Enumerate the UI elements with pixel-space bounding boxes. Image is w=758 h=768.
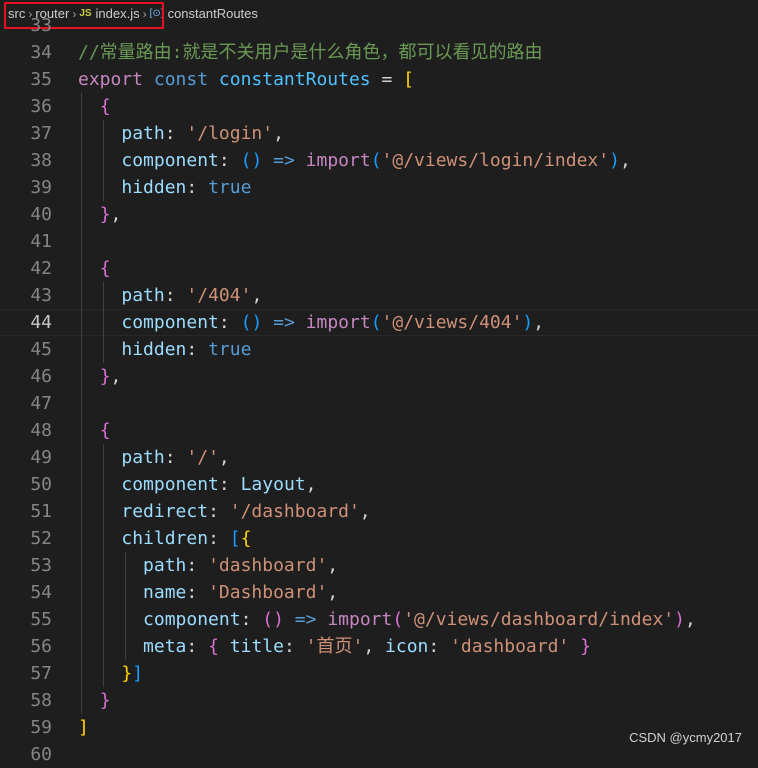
code-text: path: '/404', bbox=[121, 285, 263, 306]
code-line[interactable]: 51 redirect: '/dashboard', bbox=[0, 498, 758, 525]
code-line[interactable]: 56 meta: { title: '首页', icon: 'dashboard… bbox=[0, 633, 758, 660]
line-number: 57 bbox=[30, 663, 52, 684]
code-text: ] bbox=[78, 717, 89, 738]
code-line[interactable]: 48 { bbox=[0, 417, 758, 444]
code-line[interactable]: 41 bbox=[0, 228, 758, 255]
line-number: 34 bbox=[30, 42, 52, 63]
line-number: 50 bbox=[30, 474, 52, 495]
indent-guide bbox=[103, 120, 104, 201]
code-text: { bbox=[99, 96, 111, 117]
indent-guide bbox=[103, 282, 104, 363]
code-text: meta: { title: '首页', icon: 'dashboard' } bbox=[143, 636, 591, 657]
line-number: 35 bbox=[30, 69, 52, 90]
code-text: } bbox=[99, 690, 111, 711]
line-number: 45 bbox=[30, 339, 52, 360]
line-number: 52 bbox=[30, 528, 52, 549]
code-text: children: [{ bbox=[121, 528, 252, 549]
code-line[interactable]: 54 name: 'Dashboard', bbox=[0, 579, 758, 606]
code-line[interactable]: 49 path: '/', bbox=[0, 444, 758, 471]
code-text: export const constantRoutes = [ bbox=[78, 69, 414, 90]
indent-guide bbox=[125, 552, 126, 660]
line-number: 33 bbox=[30, 15, 52, 36]
code-line[interactable]: 47 bbox=[0, 390, 758, 417]
line-number: 49 bbox=[30, 447, 52, 468]
code-line[interactable]: 58 } bbox=[0, 687, 758, 714]
line-number: 55 bbox=[30, 609, 52, 630]
line-number: 40 bbox=[30, 204, 52, 225]
code-text: hidden: true bbox=[121, 339, 252, 360]
code-text: { bbox=[99, 258, 111, 279]
code-text: //常量路由:就是不关用户是什么角色，都可以看见的路由 bbox=[78, 42, 543, 63]
line-number: 53 bbox=[30, 555, 52, 576]
code-line[interactable]: 44 component: () => import('@/views/404'… bbox=[0, 309, 758, 336]
line-number: 37 bbox=[30, 123, 52, 144]
code-line[interactable]: 39 hidden: true bbox=[0, 174, 758, 201]
code-text: path: '/login', bbox=[121, 123, 284, 144]
line-number: 43 bbox=[30, 285, 52, 306]
line-number: 44 bbox=[30, 312, 52, 333]
code-line[interactable]: 45 hidden: true bbox=[0, 336, 758, 363]
code-line[interactable]: 43 path: '/404', bbox=[0, 282, 758, 309]
watermark: CSDN @ycmy2017 bbox=[629, 730, 742, 745]
code-line[interactable]: 38 component: () => import('@/views/logi… bbox=[0, 147, 758, 174]
line-number: 41 bbox=[30, 231, 52, 252]
code-text: path: 'dashboard', bbox=[143, 555, 339, 576]
indent-guide bbox=[103, 444, 104, 687]
code-line[interactable]: 57 }] bbox=[0, 660, 758, 687]
code-text: component: () => import('@/views/dashboa… bbox=[143, 609, 696, 630]
code-line[interactable]: 35 export const constantRoutes = [ bbox=[0, 66, 758, 93]
code-text: { bbox=[99, 420, 111, 441]
line-number: 39 bbox=[30, 177, 52, 198]
line-number: 56 bbox=[30, 636, 52, 657]
line-number: 47 bbox=[30, 393, 52, 414]
code-line[interactable]: 55 component: () => import('@/views/dash… bbox=[0, 606, 758, 633]
code-line[interactable]: 52 children: [{ bbox=[0, 525, 758, 552]
line-number: 58 bbox=[30, 690, 52, 711]
code-text: redirect: '/dashboard', bbox=[121, 501, 371, 522]
line-number: 51 bbox=[30, 501, 52, 522]
code-text: }, bbox=[99, 204, 122, 225]
code-text: component: () => import('@/views/login/i… bbox=[121, 150, 631, 171]
code-text: }] bbox=[121, 663, 144, 684]
code-line[interactable]: 34 //常量路由:就是不关用户是什么角色，都可以看见的路由 bbox=[0, 39, 758, 66]
indent-guide bbox=[81, 93, 82, 714]
code-line[interactable]: 40 }, bbox=[0, 201, 758, 228]
code-line[interactable]: 37 path: '/login', bbox=[0, 120, 758, 147]
code-text: path: '/', bbox=[121, 447, 230, 468]
code-line[interactable]: 46 }, bbox=[0, 363, 758, 390]
line-number: 54 bbox=[30, 582, 52, 603]
code-line[interactable]: 42 { bbox=[0, 255, 758, 282]
code-text: component: Layout, bbox=[121, 474, 317, 495]
code-text: component: () => import('@/views/404'), bbox=[121, 312, 545, 333]
code-line[interactable]: 36 { bbox=[0, 93, 758, 120]
code-line[interactable]: 53 path: 'dashboard', bbox=[0, 552, 758, 579]
line-number: 46 bbox=[30, 366, 52, 387]
line-number: 59 bbox=[30, 717, 52, 738]
line-number: 36 bbox=[30, 96, 52, 117]
code-text: hidden: true bbox=[121, 177, 252, 198]
line-number: 42 bbox=[30, 258, 52, 279]
code-line[interactable]: 33 bbox=[0, 12, 758, 39]
code-text: name: 'Dashboard', bbox=[143, 582, 339, 603]
line-number: 38 bbox=[30, 150, 52, 171]
line-number: 48 bbox=[30, 420, 52, 441]
code-line[interactable]: 50 component: Layout, bbox=[0, 471, 758, 498]
code-text: }, bbox=[99, 366, 122, 387]
